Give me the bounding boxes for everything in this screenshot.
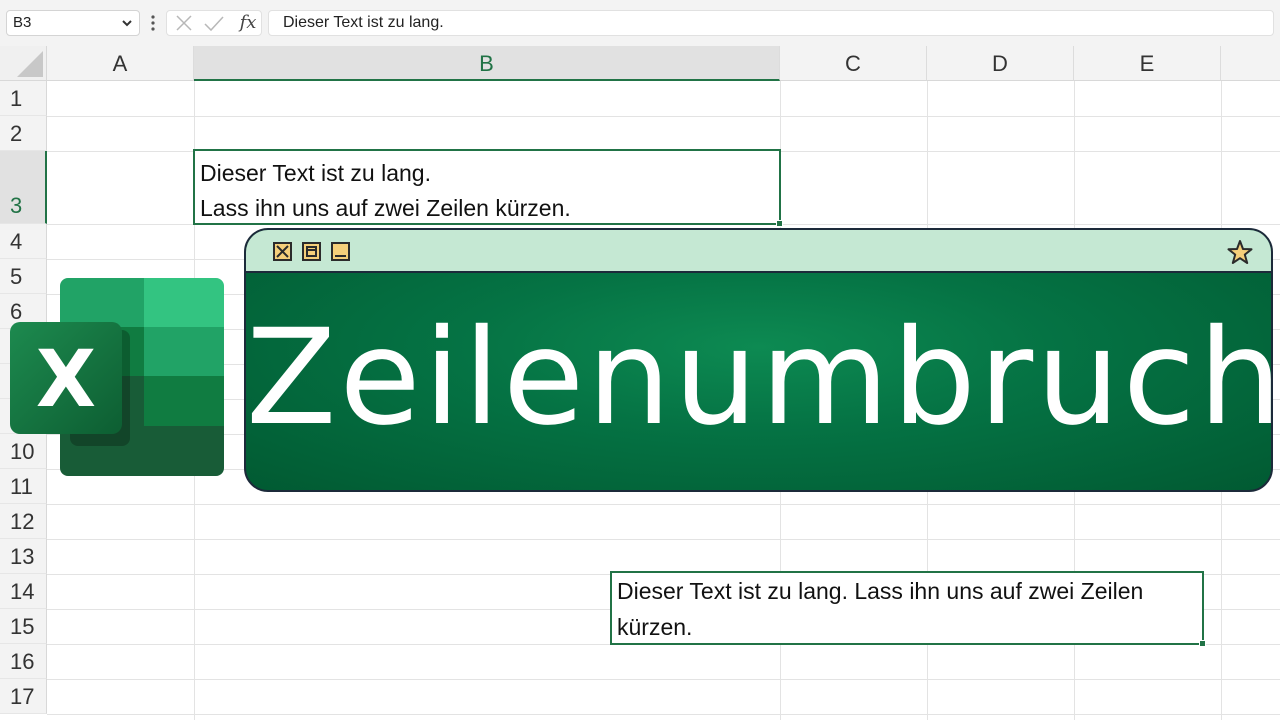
column-header-b[interactable]: B [194,46,780,81]
column-header-e[interactable]: E [1074,46,1221,81]
gridline [47,714,1280,715]
cell-b3-line-2: Lass ihn uns auf zwei Zeilen kürzen. [200,195,571,221]
row-header-14[interactable]: 14 [0,574,47,609]
title-banner: Zeilenumbruch [244,228,1273,492]
check-icon[interactable] [201,13,227,35]
formula-bar: B3 fx Dieser Text ist zu lang. [0,0,1280,46]
gridline [47,116,1280,117]
row-header-13[interactable]: 13 [0,539,47,574]
formula-input[interactable]: Dieser Text ist zu lang. [268,10,1274,36]
cancel-icon[interactable] [171,13,197,35]
row-header-15[interactable]: 15 [0,609,47,644]
row-header-3[interactable]: 3 [0,151,47,224]
fill-handle[interactable] [776,220,783,227]
row-header-1[interactable]: 1 [0,81,47,116]
row-header-16[interactable]: 16 [0,644,47,679]
gridline [47,504,1280,505]
column-header-d[interactable]: D [927,46,1074,81]
formula-buttons: fx [166,10,262,36]
cell-b3[interactable]: Dieser Text ist zu lang. Lass ihn uns au… [193,149,781,225]
column-header-c[interactable]: C [780,46,927,81]
row-header-17[interactable]: 17 [0,679,47,714]
banner-title: Zeilenumbruch [246,301,1273,455]
cell-c14[interactable]: Dieser Text ist zu lang. Lass ihn uns au… [610,571,1204,645]
close-window-icon[interactable] [273,242,292,261]
restore-window-icon[interactable] [302,242,321,261]
select-all-button[interactable] [0,46,47,81]
column-header-a[interactable]: A [47,46,194,81]
column-header-f[interactable] [1221,46,1280,81]
star-icon[interactable] [1227,239,1253,265]
excel-logo-icon: X [10,278,224,476]
name-box[interactable]: B3 [6,10,140,36]
gridline [47,679,1280,680]
minimize-window-icon[interactable] [331,242,350,261]
name-box-value: B3 [13,14,32,31]
cell-b3-line-1: Dieser Text ist zu lang. [200,160,431,186]
row-header-4[interactable]: 4 [0,224,47,259]
chevron-down-icon [122,20,132,27]
gridline [47,539,1280,540]
more-options-icon[interactable] [146,12,160,34]
insert-function-button[interactable]: fx [235,11,261,35]
fill-handle[interactable] [1199,640,1206,647]
row-header-12[interactable]: 12 [0,504,47,539]
logo-letter: X [36,335,96,425]
row-header-2[interactable]: 2 [0,116,47,151]
banner-titlebar [246,230,1271,273]
